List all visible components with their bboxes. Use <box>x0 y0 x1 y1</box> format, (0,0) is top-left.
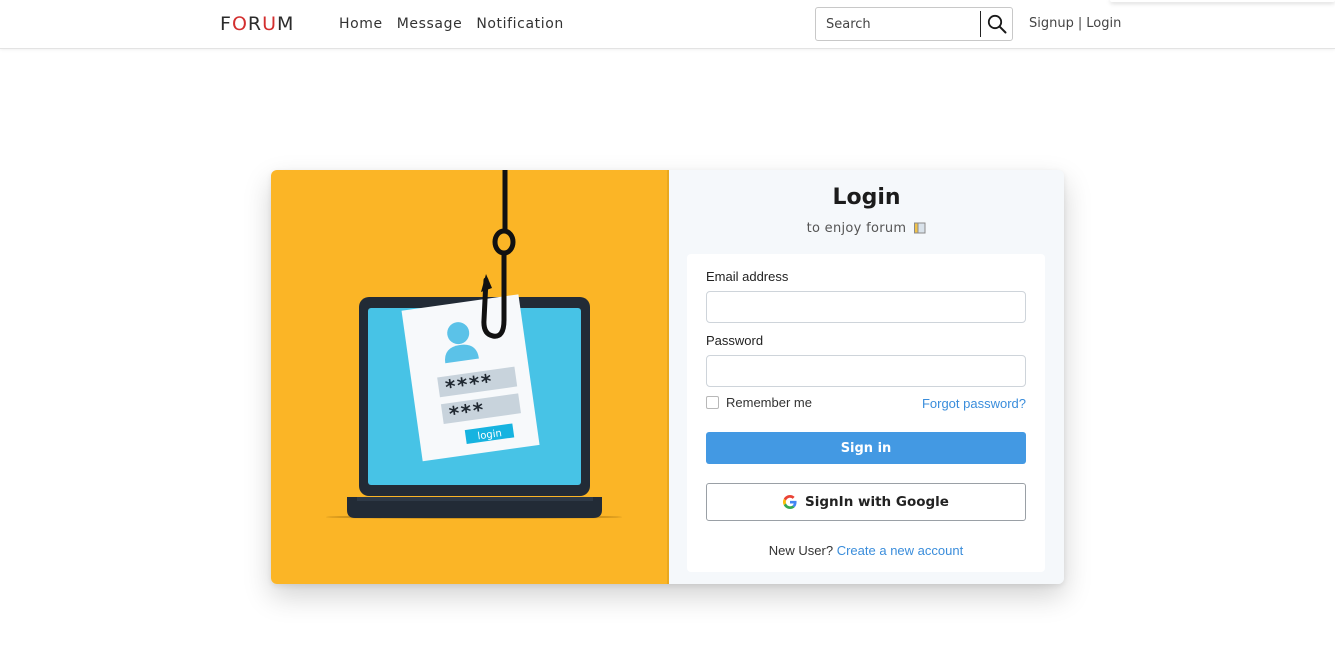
login-form: Email address Password Remember me Forgo… <box>687 254 1045 572</box>
forgot-password-link[interactable]: Forgot password? <box>922 396 1026 411</box>
nav-links: Home Message Notification <box>339 15 564 33</box>
login-card: **** *** login Login to enjoy forum Emai… <box>271 170 1064 584</box>
auth-separator: | <box>1077 16 1083 31</box>
create-account-link[interactable]: Create a new account <box>837 543 963 558</box>
book-icon <box>914 222 926 238</box>
google-signin-button[interactable]: SignIn with Google <box>706 483 1026 521</box>
search-box <box>815 7 1013 41</box>
email-field[interactable] <box>706 291 1026 323</box>
brand-letter: M <box>277 13 295 35</box>
login-subtitle-text: to enjoy forum <box>806 221 907 236</box>
search-input[interactable] <box>816 8 980 40</box>
remember-me: Remember me <box>706 395 812 410</box>
password-field[interactable] <box>706 355 1026 387</box>
brand-letter: U <box>262 13 278 35</box>
login-link[interactable]: Login <box>1086 16 1121 31</box>
auth-links: Signup | Login <box>1029 16 1121 32</box>
login-title: Login <box>832 185 901 210</box>
email-label: Email address <box>706 269 789 284</box>
remember-checkbox[interactable] <box>706 396 719 409</box>
brand-letter: F <box>220 13 232 35</box>
navbar: FORUM Home Message Notification Signup|L… <box>0 0 1335 49</box>
phishing-laptop-image: **** *** login <box>326 170 622 519</box>
brand-letter: R <box>247 13 263 35</box>
brand-letter: O <box>231 13 248 35</box>
brand-logo[interactable]: FORUM <box>220 13 294 35</box>
new-user-text: New User? <box>768 543 834 558</box>
login-panel: Login to enjoy forum Email address Passw… <box>669 170 1064 584</box>
nav-link-home[interactable]: Home <box>339 15 383 33</box>
signin-button[interactable]: Sign in <box>706 432 1026 464</box>
nav-link-message[interactable]: Message <box>397 15 463 33</box>
google-icon <box>783 495 797 509</box>
search-button[interactable] <box>980 11 1012 37</box>
phishing-illustration: **** *** login <box>271 170 667 584</box>
search-icon <box>987 14 1006 34</box>
dropdown-edge <box>1110 0 1335 2</box>
remember-label: Remember me <box>726 395 812 410</box>
password-stars-2: *** <box>447 397 486 426</box>
nav-link-notification[interactable]: Notification <box>476 15 564 33</box>
password-label: Password <box>706 333 764 348</box>
google-button-label: SignIn with Google <box>805 494 949 510</box>
new-user-row: New User? Create a new account <box>687 543 1045 558</box>
signup-link[interactable]: Signup <box>1029 16 1074 31</box>
login-subtitle: to enjoy forum <box>669 221 1064 238</box>
